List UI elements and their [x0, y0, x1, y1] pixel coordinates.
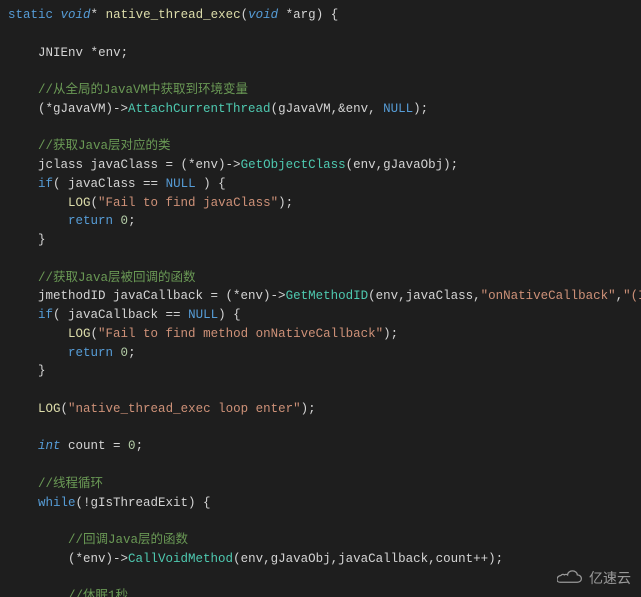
expr: (*gJavaVM)->	[38, 102, 128, 116]
star: *	[91, 8, 99, 22]
args: (gJavaVM,&env,	[271, 102, 384, 116]
lhs: jmethodID javaCallback = (*env)->	[38, 289, 286, 303]
star: *	[91, 46, 99, 60]
arg: arg	[293, 8, 316, 22]
paren: (	[61, 402, 69, 416]
method: AttachCurrentThread	[128, 102, 271, 116]
kw-int: int	[38, 439, 61, 453]
args: (env,gJavaObj,javaCallback,count++);	[233, 552, 503, 566]
brace: {	[331, 8, 339, 22]
num: 0	[121, 214, 129, 228]
kw-return: return	[68, 214, 113, 228]
paren: (	[241, 8, 249, 22]
kw-void: void	[61, 8, 91, 22]
cond: ( javaClass ==	[53, 177, 166, 191]
lhs: jclass javaClass = (*env)->	[38, 158, 241, 172]
method: GetMethodID	[286, 289, 369, 303]
expr: (*env)->	[68, 552, 128, 566]
comment: //获取Java层对应的类	[38, 139, 171, 153]
semi: ;	[128, 346, 136, 360]
string: "Fail to find javaClass"	[98, 196, 278, 210]
paren: (	[91, 327, 99, 341]
kw-static: static	[8, 8, 53, 22]
semi: ;	[121, 46, 129, 60]
num: 0	[121, 346, 129, 360]
cond: ) {	[218, 308, 241, 322]
args: (env,javaClass,	[368, 289, 481, 303]
type: JNIEnv	[38, 46, 83, 60]
sp	[113, 346, 121, 360]
kw-if: if	[38, 308, 53, 322]
null: NULL	[166, 177, 196, 191]
num: 0	[128, 439, 136, 453]
paren: (	[91, 196, 99, 210]
var: env	[98, 46, 121, 60]
semi: ;	[136, 439, 144, 453]
cond: ( javaCallback ==	[53, 308, 188, 322]
args: (env,gJavaObj);	[346, 158, 459, 172]
semi: ;	[128, 214, 136, 228]
comment: //获取Java层被回调的函数	[38, 271, 196, 285]
comment: //线程循环	[38, 477, 103, 491]
kw-if: if	[38, 177, 53, 191]
brace: }	[38, 233, 46, 247]
rest: count =	[61, 439, 129, 453]
cond: (!gIsThreadExit) {	[76, 496, 211, 510]
paren: );	[278, 196, 293, 210]
paren: );	[301, 402, 316, 416]
string: "Fail to find method onNativeCallback"	[98, 327, 383, 341]
string: "(I)V"	[623, 289, 641, 303]
sp	[113, 214, 121, 228]
paren: )	[316, 8, 324, 22]
null: NULL	[383, 102, 413, 116]
method: CallVoidMethod	[128, 552, 233, 566]
code-block: static void* native_thread_exec(void *ar…	[0, 0, 641, 597]
fn-log: LOG	[68, 327, 91, 341]
comment: //从全局的JavaVM中获取到环境变量	[38, 83, 248, 97]
kw-return: return	[68, 346, 113, 360]
fn-log: LOG	[38, 402, 61, 416]
comment: //休眠1秒	[68, 589, 128, 597]
string: "onNativeCallback"	[481, 289, 616, 303]
comment: //回调Java层的函数	[68, 533, 188, 547]
method: GetObjectClass	[241, 158, 346, 172]
null: NULL	[188, 308, 218, 322]
fn-log: LOG	[68, 196, 91, 210]
kw-void: void	[248, 8, 278, 22]
fn-name: native_thread_exec	[106, 8, 241, 22]
close: );	[413, 102, 428, 116]
string: "native_thread_exec loop enter"	[68, 402, 301, 416]
brace: }	[38, 364, 46, 378]
kw-while: while	[38, 496, 76, 510]
cond: ) {	[196, 177, 226, 191]
paren: );	[383, 327, 398, 341]
